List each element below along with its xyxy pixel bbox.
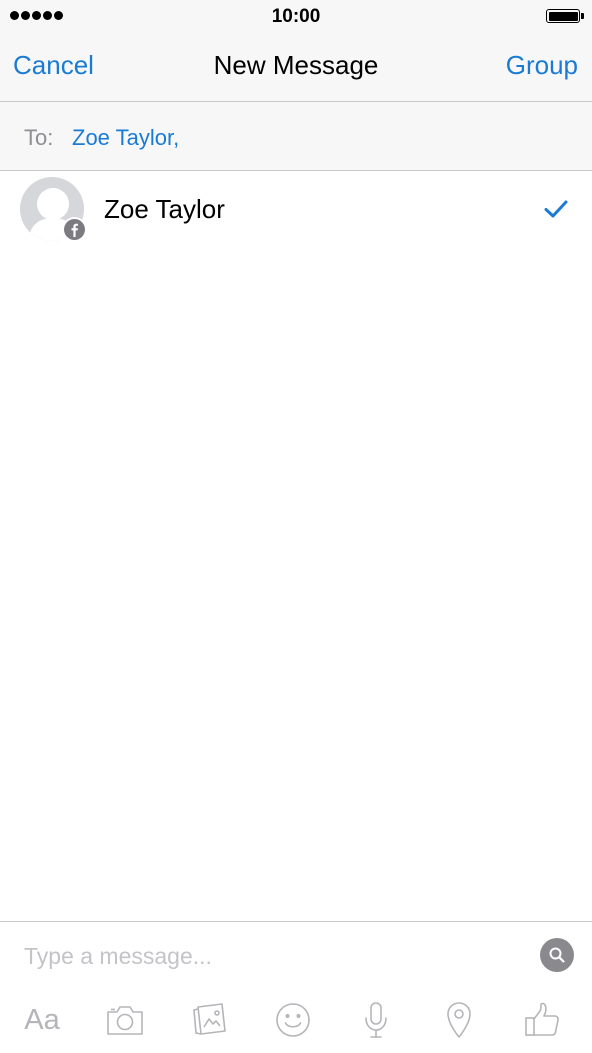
contact-name: Zoe Taylor <box>104 194 225 224</box>
recipient-token[interactable]: Zoe Taylor, <box>72 125 179 151</box>
microphone-icon <box>365 1002 387 1038</box>
navigation-bar: Cancel New Message Group <box>0 34 592 102</box>
status-time: 10:00 <box>271 6 321 27</box>
composer-toolbar: Aa <box>0 998 592 1042</box>
contact-row[interactable]: Zoe Taylor <box>0 171 592 249</box>
battery-icon <box>546 9 584 23</box>
message-input[interactable] <box>24 936 504 976</box>
search-button[interactable] <box>540 938 574 972</box>
gallery-button[interactable] <box>187 998 231 1042</box>
emoji-button[interactable] <box>271 998 315 1042</box>
group-button[interactable]: Group <box>506 50 578 81</box>
text-format-icon: Aa <box>24 1003 60 1036</box>
like-button[interactable] <box>520 998 564 1042</box>
gallery-icon <box>193 1003 226 1035</box>
camera-button[interactable] <box>103 998 147 1042</box>
message-composer: Aa <box>0 921 592 1053</box>
search-icon <box>549 947 565 963</box>
to-label: To: <box>24 125 54 150</box>
emoji-icon <box>276 1003 310 1037</box>
facebook-icon <box>62 217 87 242</box>
microphone-button[interactable] <box>354 998 398 1042</box>
recipient-field[interactable]: To: Zoe Taylor, <box>0 102 592 171</box>
status-bar: 10:00 <box>0 0 592 34</box>
like-icon <box>525 1002 559 1036</box>
page-title: New Message <box>213 50 379 80</box>
location-icon <box>447 1002 471 1038</box>
camera-icon <box>107 1006 143 1035</box>
text-format-button[interactable]: Aa <box>20 998 64 1042</box>
checkmark-icon <box>544 200 568 218</box>
location-button[interactable] <box>437 998 481 1042</box>
